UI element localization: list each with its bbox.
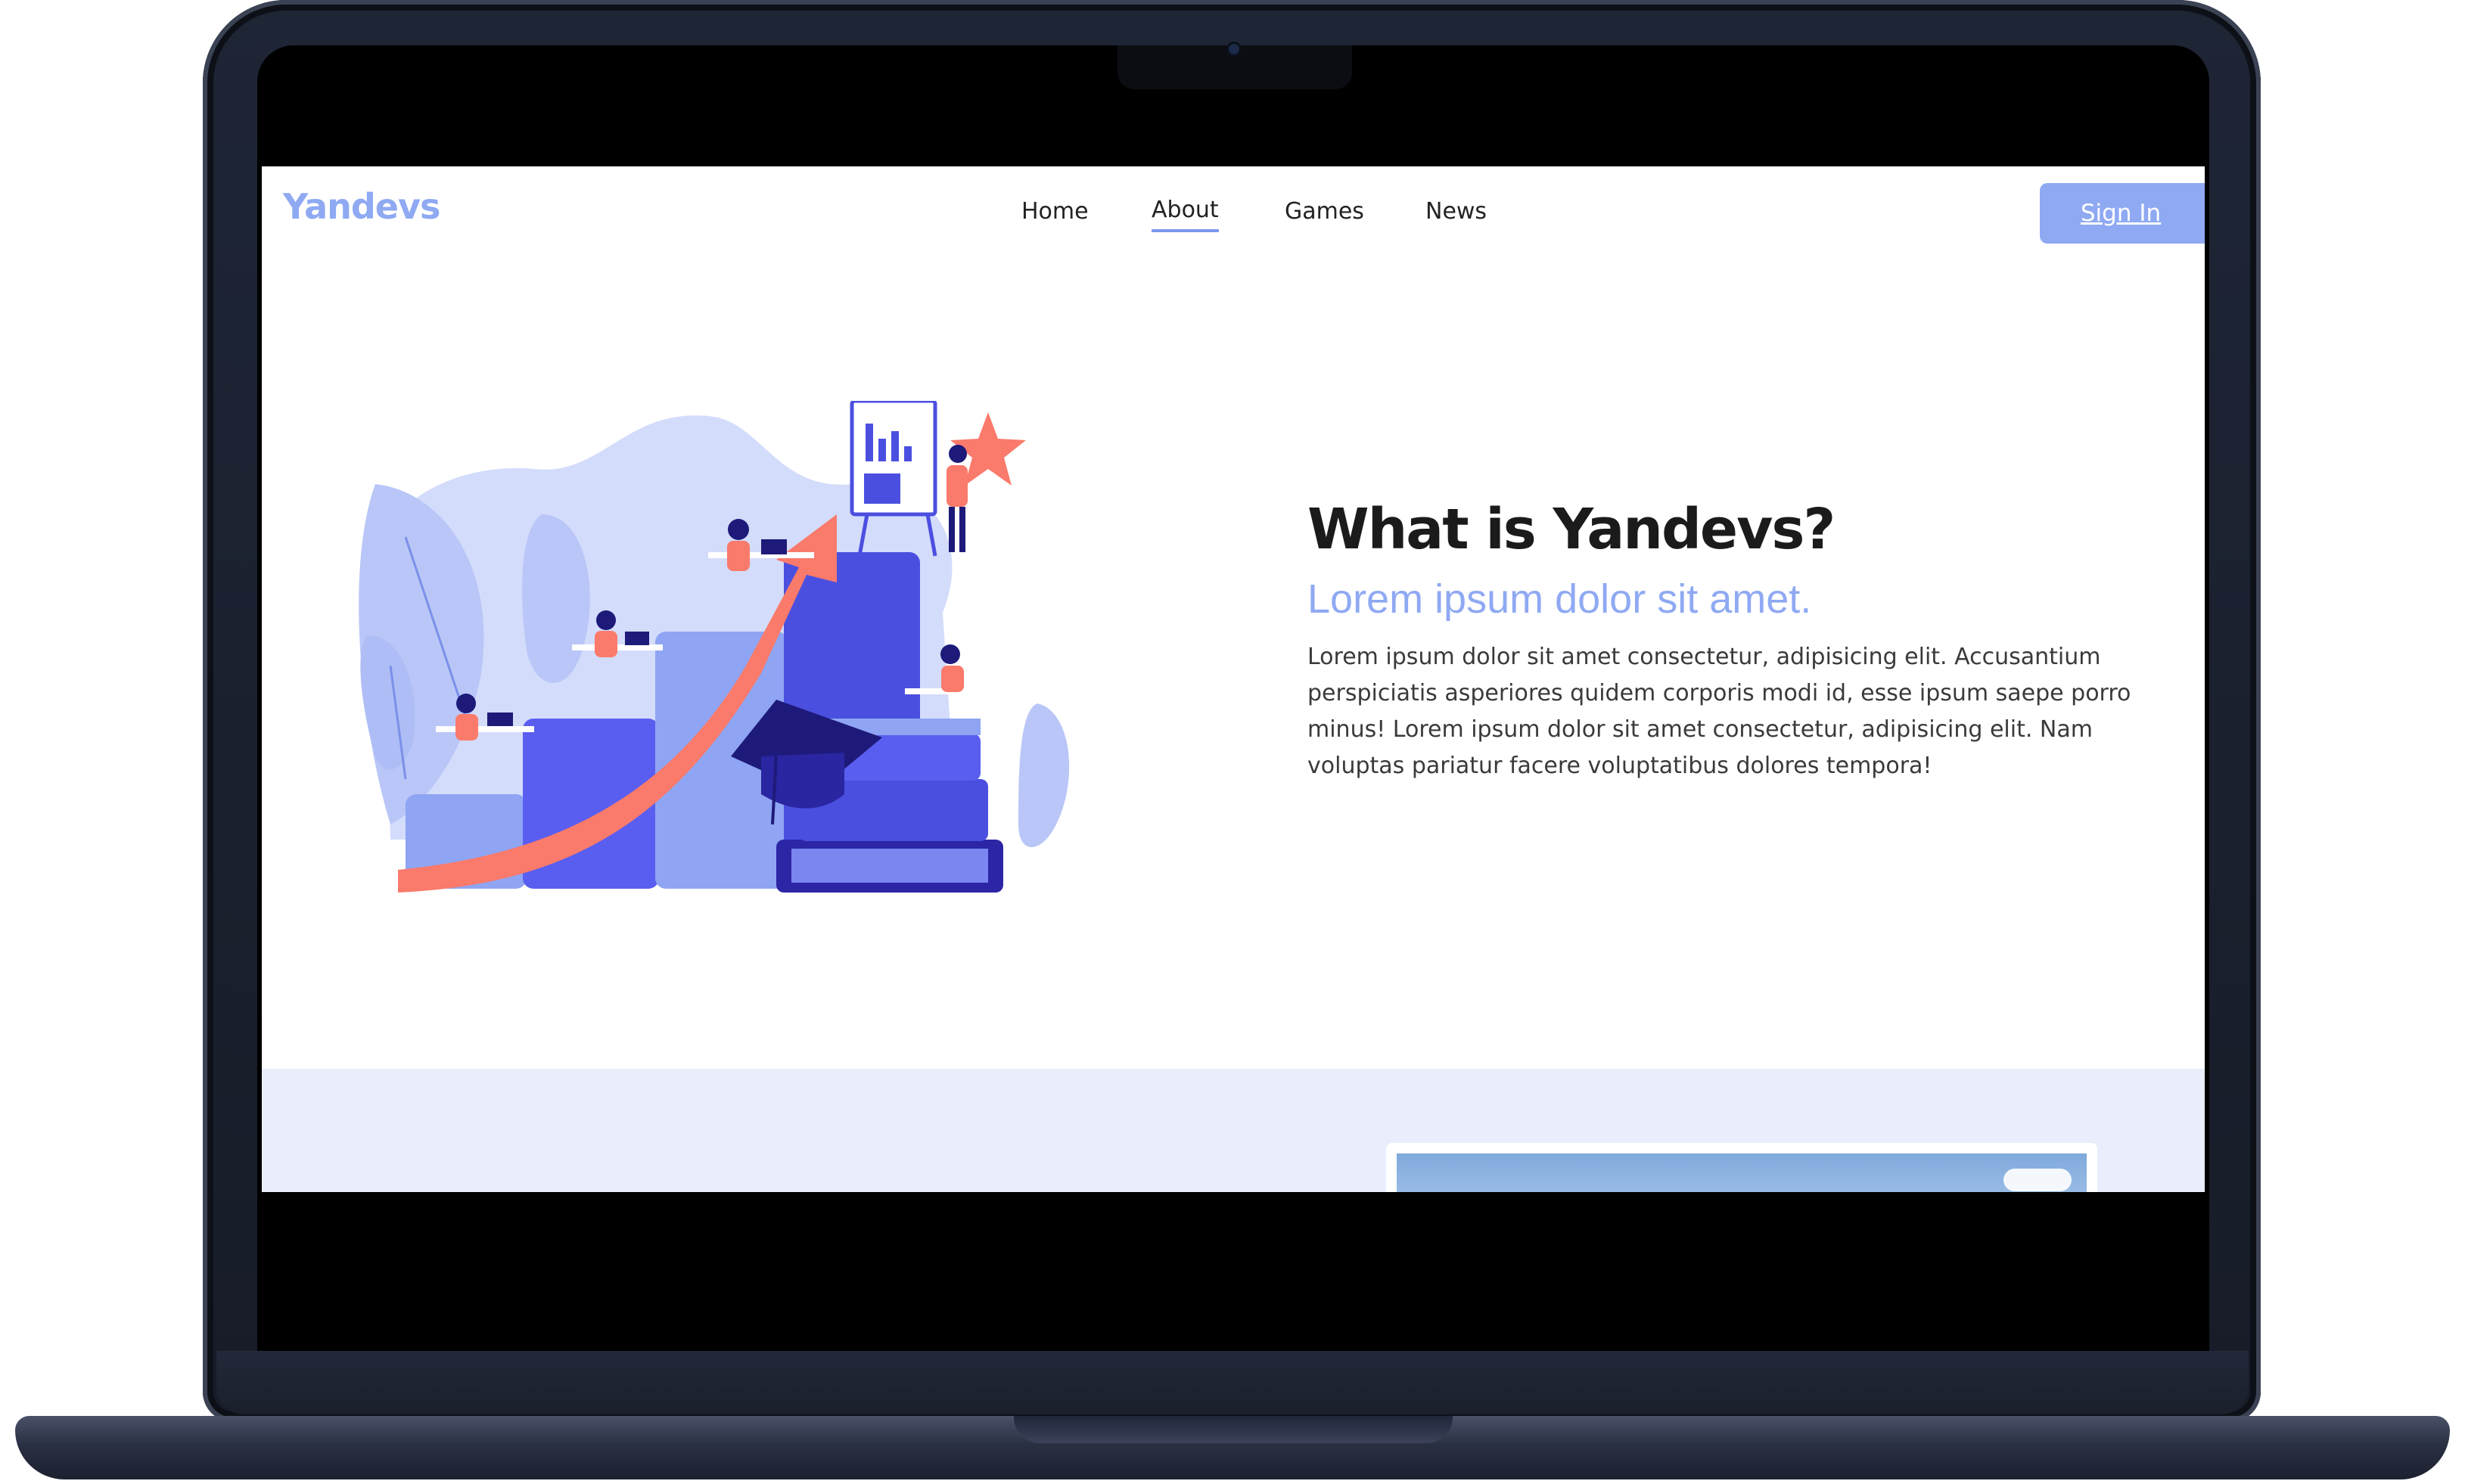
person-presenter — [947, 445, 968, 552]
hero-description: Lorem ipsum dolor sit amet consectetur, … — [1307, 644, 2131, 780]
site-logo[interactable]: Yandevs — [283, 186, 440, 227]
laptop-chin — [216, 1351, 2249, 1414]
hero-text-block: What is Yandevs? Lorem ipsum dolor sit a… — [1307, 497, 2170, 784]
nav-about-link[interactable]: About — [1152, 197, 1219, 232]
laptop-opening-notch — [1014, 1416, 1453, 1443]
hero-title: What is Yandevs? — [1307, 497, 1836, 562]
nav-news-link[interactable]: News — [1425, 198, 1487, 225]
nav-games-link[interactable]: Games — [1285, 198, 1364, 225]
sign-in-button[interactable]: Sign In — [2040, 183, 2205, 244]
sky-photo — [1397, 1153, 2087, 1192]
growth-illustration — [359, 401, 1070, 893]
photo-card — [1386, 1143, 2097, 1192]
nav-home-link[interactable]: Home — [1021, 198, 1089, 225]
laptop-mockup: Yandevs Home About Games News Sign In Wh… — [0, 0, 2465, 1484]
hero-subtitle: Lorem ipsum dolor sit amet. — [1307, 576, 1812, 622]
cloud-shape — [2003, 1169, 2072, 1191]
next-section — [262, 1069, 2205, 1192]
website-screen: Yandevs Home About Games News Sign In Wh… — [262, 166, 2205, 1192]
navbar: Yandevs Home About Games News Sign In — [262, 166, 2205, 257]
leaf-right — [1018, 703, 1070, 847]
camera-icon — [1229, 44, 1239, 54]
